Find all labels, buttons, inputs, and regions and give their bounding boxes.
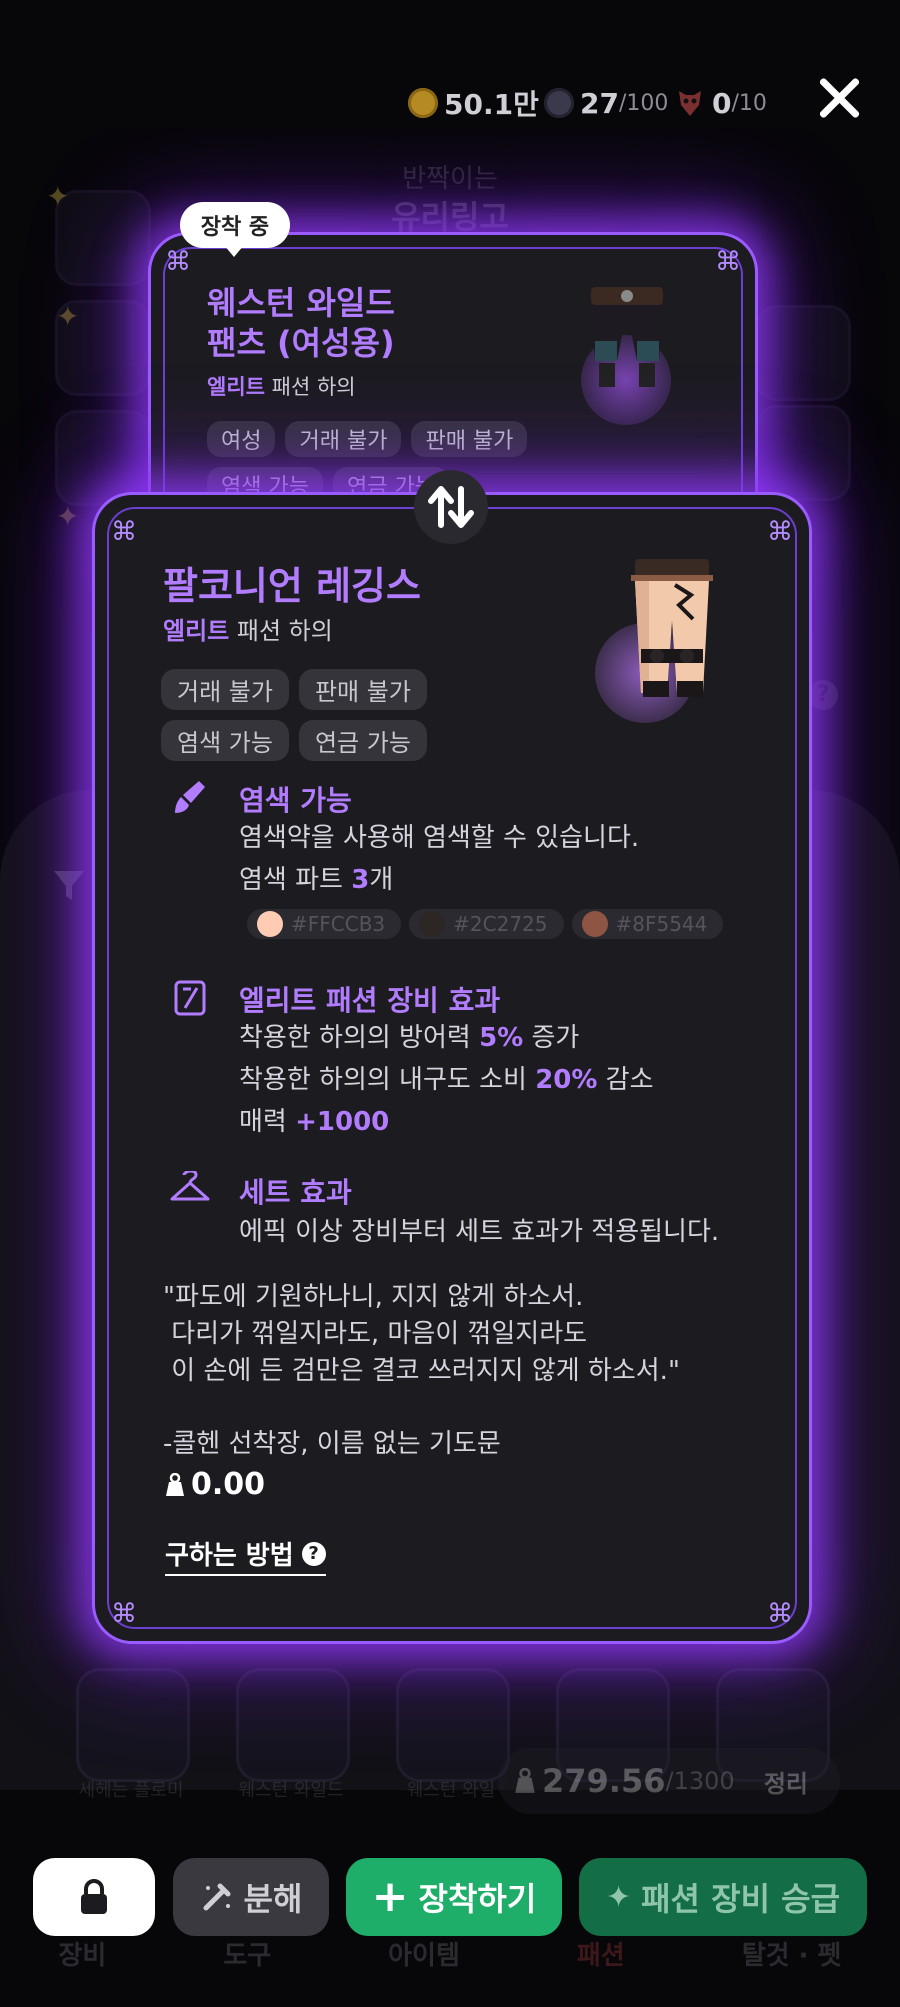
item-flavor-quote: "파도에 기원하나니, 지지 않게 하소서. 다리가 꺾일지라도, 마음이 꺾일…	[163, 1282, 680, 1386]
color-swatch	[419, 911, 446, 937]
elite-effect-lines: 착용한 하의의 방어력 5% 증가 착용한 하의의 내구도 소비 20% 감소 …	[239, 1023, 654, 1137]
inventory-item-slot	[236, 1668, 350, 1782]
filter-icon	[52, 868, 86, 908]
dye-color-chip[interactable]: #2C2725	[409, 909, 564, 939]
corner-ornament-icon: ⌘	[111, 1599, 137, 1629]
close-button[interactable]	[812, 70, 868, 126]
question-icon: ?	[301, 1541, 326, 1566]
lock-button[interactable]	[33, 1858, 155, 1936]
tag: 거래 불가	[161, 669, 289, 710]
set-effect-title: 세트 효과	[239, 1176, 352, 1209]
sparkle-icon: ✦	[46, 180, 70, 213]
shop-subtitle: 반짝이는	[402, 164, 498, 194]
elite-effect-title: 엘리트 패션 장비 효과	[239, 984, 501, 1017]
inventory-item-slot	[76, 1668, 190, 1782]
tab-mounts-pets: 탈것 · 펫	[741, 1941, 842, 1971]
item-tags: 거래 불가 판매 불가 염색 가능 연금 가능	[161, 669, 441, 761]
background-slot	[755, 305, 851, 401]
how-to-get-link[interactable]: 구하는 방법 ?	[165, 1535, 326, 1576]
dye-color-chip[interactable]: #FFCCB3	[247, 909, 402, 939]
color-swatch	[581, 911, 608, 937]
tag: 판매 불가	[411, 421, 528, 457]
dye-color-list: #FFCCB3 #2C2725 #8F5544	[247, 909, 724, 939]
background-slot	[755, 405, 851, 501]
dye-title: 염색 가능	[239, 784, 352, 817]
hanger-icon	[170, 1171, 210, 1201]
inventory-item-slot	[396, 1668, 510, 1782]
swap-arrows-icon	[428, 486, 474, 528]
sparkle-icon: ✦	[56, 300, 80, 333]
orb-icon	[544, 88, 574, 118]
tag: 여성	[207, 421, 276, 457]
weight-icon	[515, 1768, 535, 1793]
equipped-badge: 장착 중	[180, 202, 290, 248]
corner-ornament-icon: ⌘	[165, 247, 191, 277]
equipped-item-image	[571, 275, 681, 425]
dye-brush-icon	[175, 781, 205, 813]
tag: 거래 불가	[285, 421, 402, 457]
tab-items: 아이템	[388, 1941, 460, 1971]
equipped-tags: 여성 거래 불가 판매 불가 염색 가능 연금 가능	[207, 421, 537, 503]
tab-tools: 도구	[223, 1941, 272, 1971]
quote-source: -콜헨 선착장, 이름 없는 기도문	[163, 1429, 501, 1459]
dye-parts: 염색 파트 3개	[239, 865, 394, 895]
slot-label: 세헤는 플로미	[78, 1780, 184, 1801]
weight-icon	[166, 1472, 184, 1496]
tag: 판매 불가	[298, 669, 427, 710]
tag: 염색 가능	[161, 720, 289, 761]
corner-ornament-icon: ⌘	[111, 517, 137, 547]
disassemble-icon	[203, 1883, 231, 1911]
equip-button[interactable]: + 장착하기	[346, 1858, 562, 1936]
equipped-item-grade: 엘리트 패션 하의	[207, 375, 356, 399]
mask-icon	[679, 91, 701, 116]
dye-color-chip[interactable]: #8F5544	[571, 909, 724, 939]
mask-currency: 0/10	[676, 83, 767, 123]
fashion-upgrade-button[interactable]: ✦ 패션 장비 승급	[579, 1858, 867, 1936]
tab-fashion: 패션	[576, 1941, 625, 1971]
corner-ornament-icon: ⌘	[767, 517, 793, 547]
corner-ornament-icon: ⌘	[767, 1599, 793, 1629]
elite-effect-icon	[174, 980, 206, 1016]
sort-button[interactable]: 정리	[764, 1764, 808, 1799]
orb-currency: 27/100	[544, 83, 668, 123]
item-image	[595, 543, 745, 723]
disassemble-button[interactable]: 분해	[173, 1858, 329, 1936]
bottom-tab-bar: 장비 도구 아이템 패션 탈것 · 펫	[0, 1935, 900, 1972]
gold-currency: 50.1만	[408, 83, 539, 123]
swap-compare-button[interactable]	[414, 470, 488, 544]
plus-icon: +	[371, 1871, 409, 1922]
dye-description: 염색약을 사용해 염색할 수 있습니다. 염색 파트 3개	[239, 817, 639, 901]
item-detail-card: ⌘ ⌘ ⌘ ⌘ 팔코니언 레깅스 엘리트 패션 하의 거래 불가 판매 불가 염…	[92, 492, 812, 1644]
set-effect-description: 에픽 이상 장비부터 세트 효과가 적용됩니다.	[239, 1217, 720, 1247]
color-swatch	[257, 911, 283, 937]
equipped-item-name: 웨스턴 와일드 팬츠 (여성용)	[207, 284, 395, 362]
badge-pointer	[224, 245, 244, 257]
corner-ornament-icon: ⌘	[715, 247, 741, 277]
gold-coin-icon	[408, 88, 438, 118]
tab-equipment: 장비	[58, 1941, 107, 1971]
slot-label: 웨스턴 와일드	[238, 1780, 344, 1801]
tag: 연금 가능	[298, 720, 427, 761]
help-icon: ?	[808, 680, 838, 710]
item-weight: 0.00	[165, 1467, 265, 1502]
inventory-weight-box: 279.56 /1300 정리	[498, 1748, 840, 1814]
sparkle-icon: ✦	[605, 1879, 632, 1915]
item-name: 팔코니언 레깅스	[163, 564, 421, 608]
lock-icon	[81, 1879, 107, 1914]
item-grade: 엘리트 패션 하의	[163, 617, 333, 645]
sparkle-icon: ✦	[56, 500, 80, 533]
